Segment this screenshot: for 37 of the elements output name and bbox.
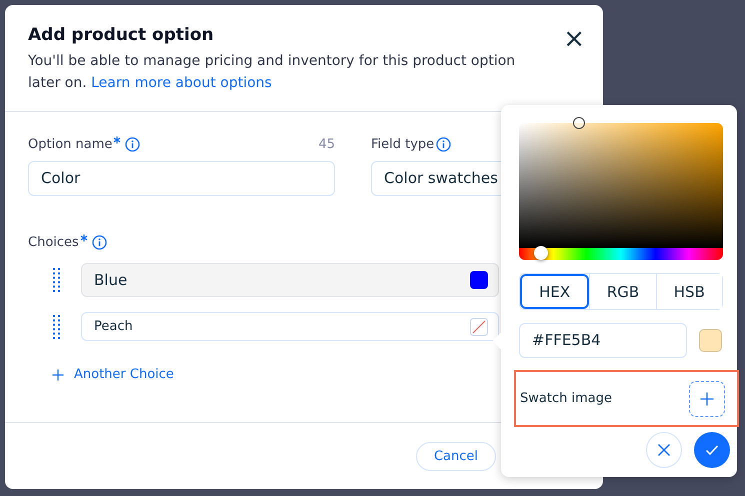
close-icon — [657, 443, 671, 457]
hue-slider[interactable] — [519, 248, 723, 260]
no-color-swatch-icon[interactable] — [470, 318, 488, 336]
checkmark-icon — [705, 444, 719, 456]
dialog-title: Add product option — [28, 25, 215, 45]
choice-field[interactable]: Peach — [81, 312, 499, 341]
option-name-label: Option name — [28, 136, 112, 152]
choice-field[interactable]: Blue — [81, 263, 499, 297]
info-icon[interactable] — [92, 234, 107, 250]
plus-icon[interactable] — [52, 368, 64, 380]
choice-name: Blue — [94, 271, 128, 289]
color-swatch[interactable] — [470, 271, 488, 289]
confirm-button[interactable] — [694, 432, 730, 468]
hue-handle[interactable] — [534, 246, 548, 260]
choice-name: Peach — [94, 319, 134, 334]
close-button[interactable]: × — [559, 26, 589, 52]
drag-handle-icon[interactable] — [53, 314, 61, 338]
info-icon[interactable] — [436, 136, 452, 152]
character-count: 45 — [318, 136, 335, 152]
mode-tab[interactable]: HEX — [520, 274, 590, 309]
mode-tab[interactable]: HSB — [656, 274, 722, 309]
learn-more-link[interactable]: Learn more about options — [91, 75, 272, 91]
option-name-field[interactable]: Color — [28, 161, 335, 196]
info-icon[interactable] — [125, 136, 140, 152]
add-choice-link[interactable]: Another Choice — [74, 367, 174, 382]
color-handle[interactable] — [573, 117, 585, 129]
saturation-brightness-area[interactable] — [519, 123, 723, 248]
cancel-button[interactable] — [646, 432, 682, 468]
drag-handle-icon[interactable] — [53, 268, 61, 292]
plus-icon — [700, 392, 714, 406]
dialog-description: You'll be able to manage pricing and inventory for this product option later on. Learn more about options — [28, 52, 516, 93]
cancel-button[interactable]: Cancel — [416, 442, 496, 470]
swatch-image-label: Swatch image — [520, 391, 612, 406]
hex-field[interactable]: #FFE5B4 — [519, 323, 687, 358]
add-image-button[interactable] — [689, 380, 725, 416]
field-type-label: Field type — [371, 136, 434, 152]
choices-label: Choices — [28, 234, 79, 250]
